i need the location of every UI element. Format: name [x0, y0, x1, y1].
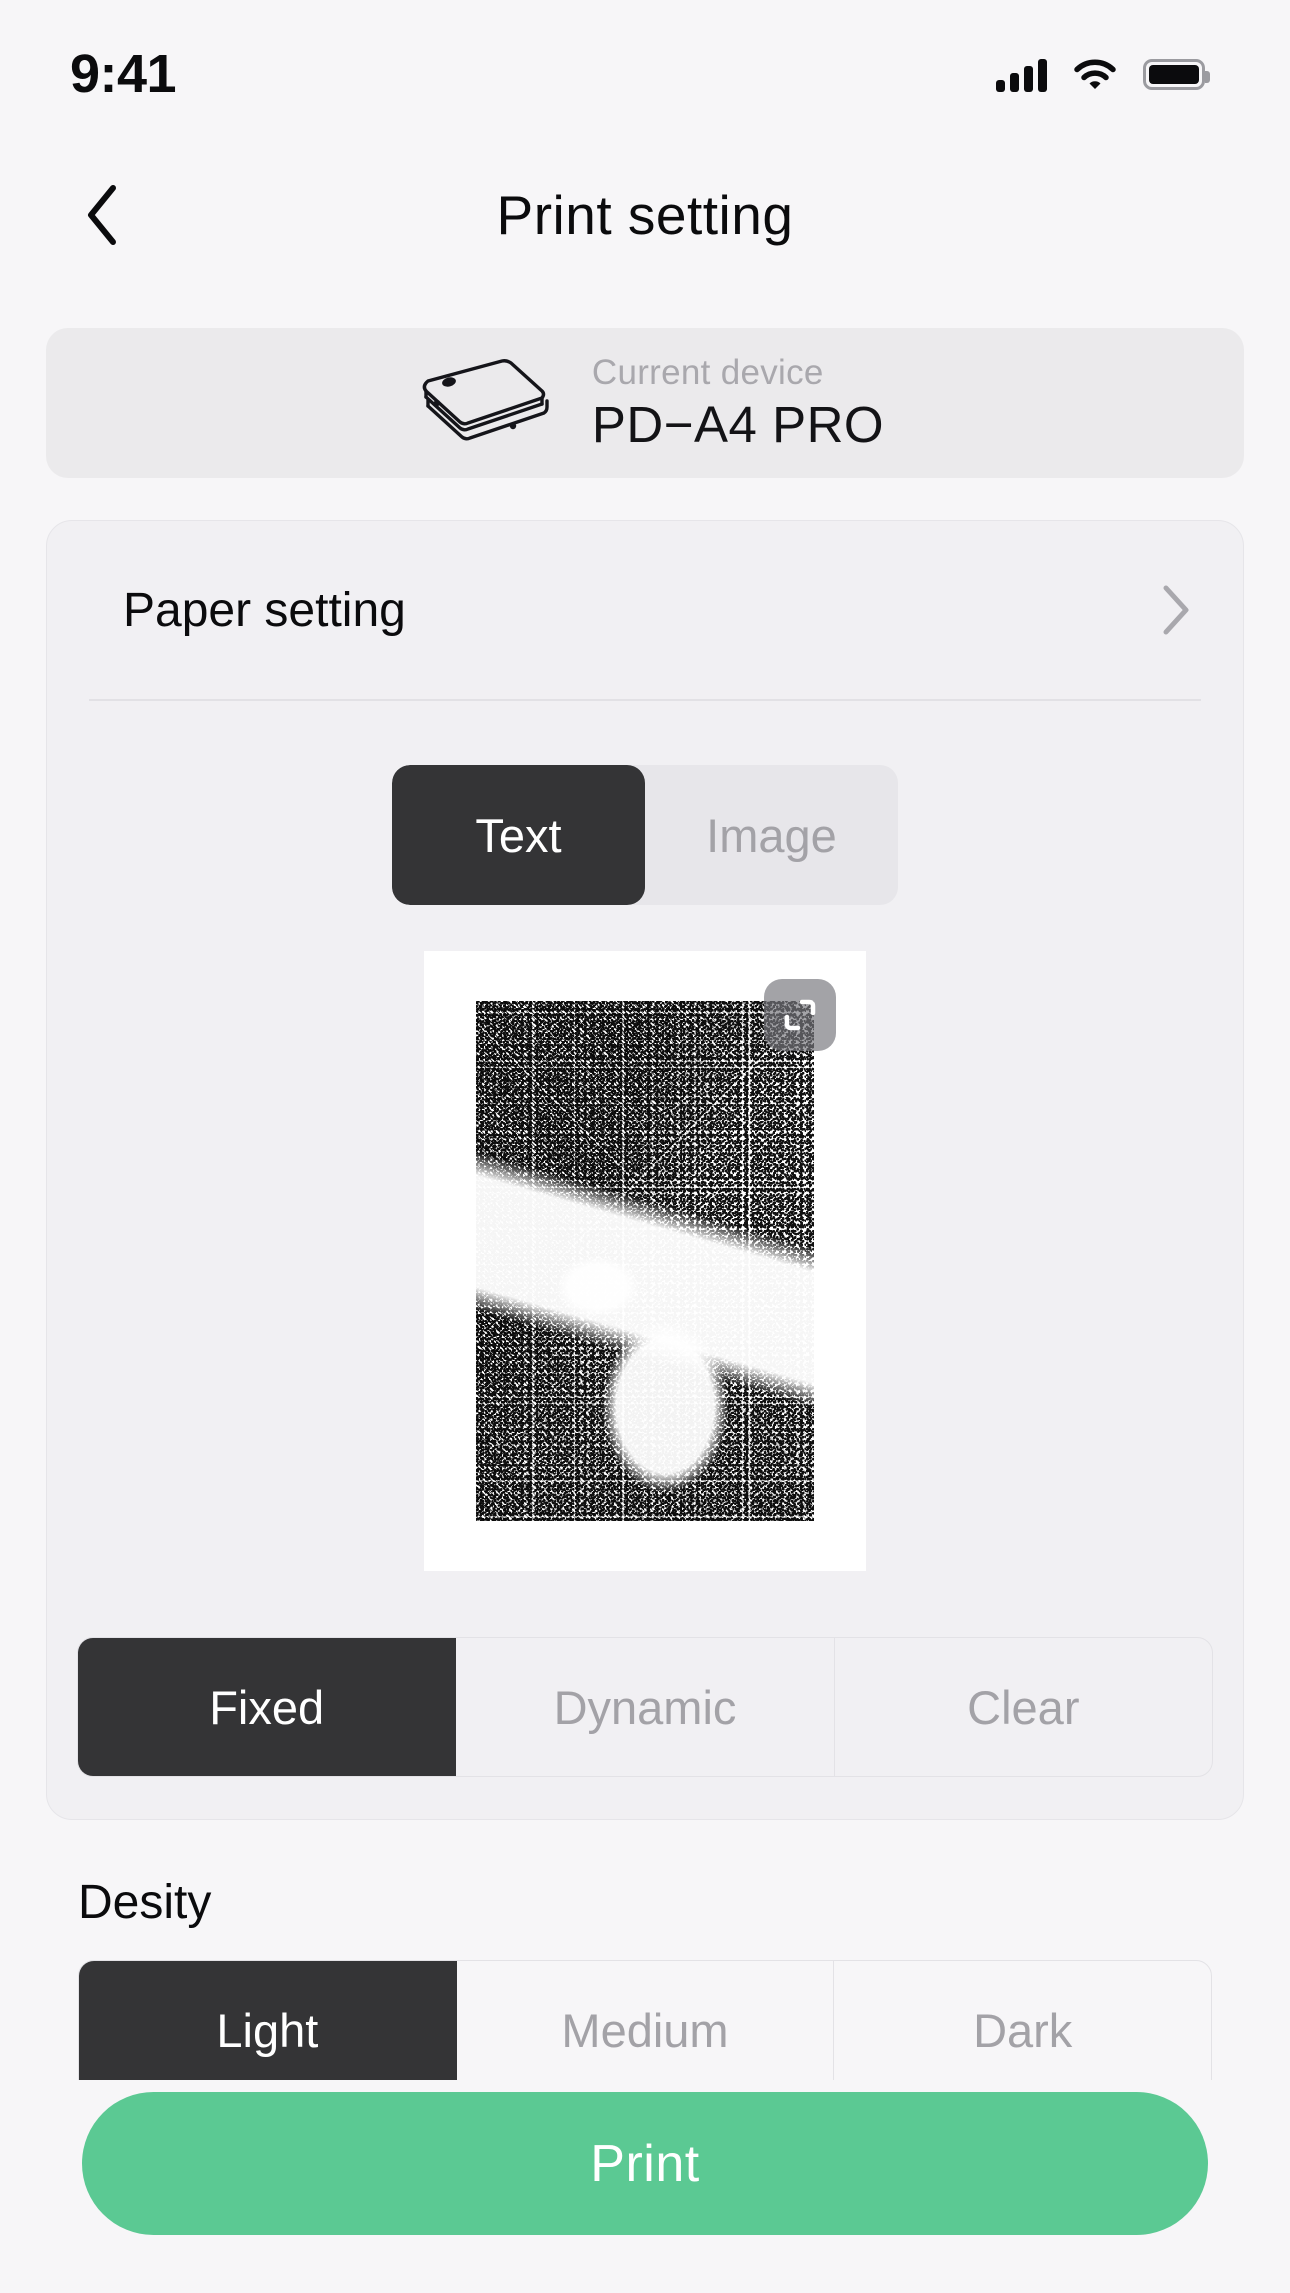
current-device-label: Current device: [591, 352, 824, 392]
print-setting-screen: 9:41 Print setting Current device PD−A4 …: [0, 0, 1290, 2293]
segment-clear[interactable]: Clear: [835, 1638, 1212, 1776]
segment-medium[interactable]: Medium: [457, 1961, 835, 2099]
print-bar: Print: [0, 2080, 1290, 2293]
segment-text[interactable]: Text: [392, 765, 645, 905]
card-divider: [89, 699, 1201, 701]
page-title: Print setting: [496, 184, 794, 246]
print-mode-segment: Fixed Dynamic Clear: [77, 1637, 1213, 1777]
back-button[interactable]: [68, 180, 138, 250]
status-time: 9:41: [70, 43, 177, 104]
print-preview-wrap: [47, 951, 1243, 1571]
crop-button[interactable]: [764, 979, 836, 1051]
preview-paper-sheet[interactable]: [424, 951, 866, 1571]
wifi-icon: [1073, 58, 1117, 92]
segment-dark[interactable]: Dark: [834, 1961, 1211, 2099]
paper-setting-row[interactable]: Paper setting: [47, 521, 1243, 699]
density-title: Desity: [78, 1876, 212, 1929]
nav-bar: Print setting: [0, 160, 1290, 270]
status-bar: 9:41: [0, 0, 1290, 125]
crop-frame-icon: [784, 999, 816, 1031]
portable-printer-icon: [422, 359, 549, 441]
current-device-card[interactable]: Current device PD−A4 PRO: [46, 328, 1244, 478]
print-button-label: Print: [590, 2134, 700, 2193]
print-button[interactable]: Print: [82, 2092, 1208, 2235]
content-type-segment-wrap: Text Image: [47, 765, 1243, 905]
chevron-right-icon: [1163, 585, 1189, 635]
status-icons: [996, 34, 1210, 92]
segment-image[interactable]: Image: [645, 765, 898, 905]
content-type-segment: Text Image: [392, 765, 898, 905]
preview-dithered-image: [476, 1001, 814, 1521]
chevron-left-icon: [88, 185, 116, 245]
segment-fixed[interactable]: Fixed: [78, 1638, 457, 1776]
battery-full-icon: [1143, 59, 1210, 90]
segment-light[interactable]: Light: [79, 1961, 457, 2099]
cellular-signal-icon: [996, 58, 1047, 92]
settings-card: Paper setting Text Image Fixed Dynamic C…: [46, 520, 1244, 1820]
segment-dynamic[interactable]: Dynamic: [456, 1638, 835, 1776]
current-device-name: PD−A4 PRO: [591, 395, 885, 453]
density-segment: Light Medium Dark: [78, 1960, 1212, 2100]
paper-setting-label: Paper setting: [123, 583, 406, 637]
device-text: Current device PD−A4 PRO: [592, 353, 884, 454]
